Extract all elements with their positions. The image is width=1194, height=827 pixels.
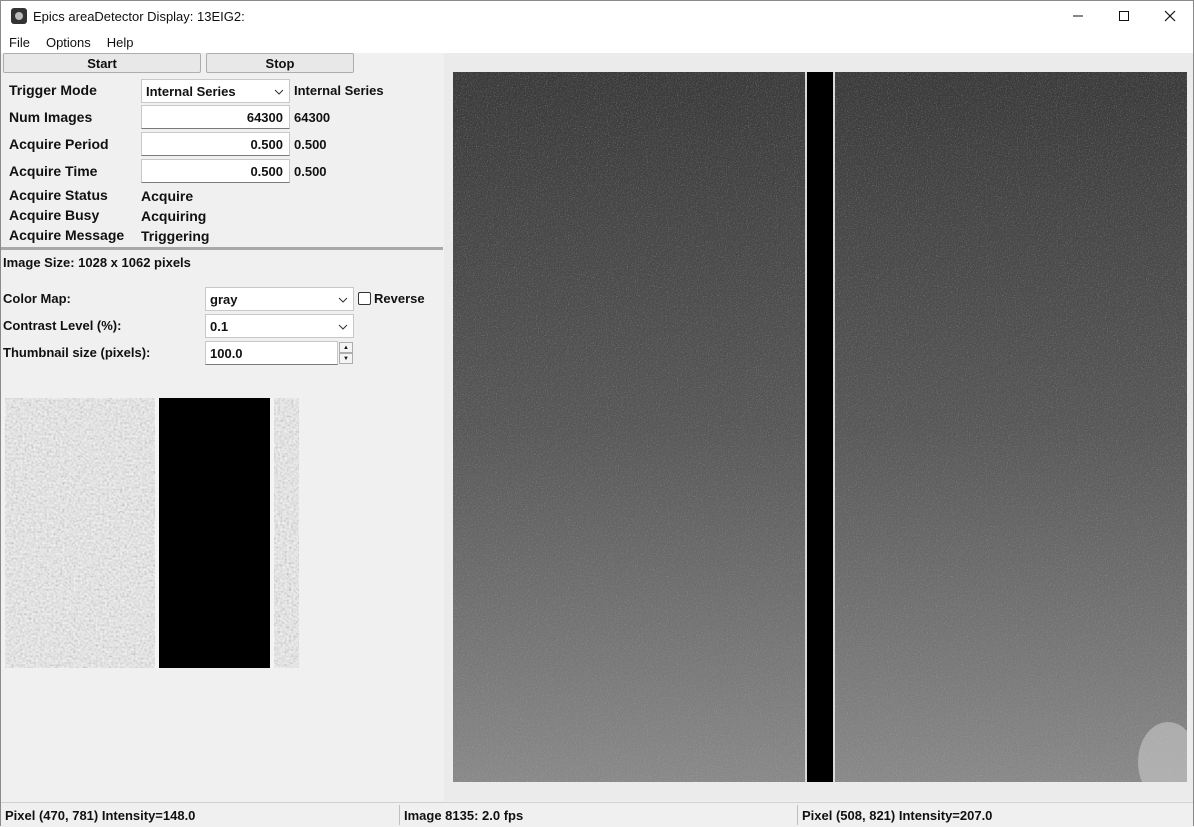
acquire-time-readback: 0.500 — [294, 164, 327, 179]
acquire-time-field[interactable]: 0.500 — [141, 159, 290, 183]
maximize-button[interactable] — [1101, 1, 1147, 31]
acquire-busy-label: Acquire Busy — [9, 207, 100, 223]
window-controls — [1055, 1, 1193, 31]
spin-down-icon[interactable]: ▼ — [339, 353, 353, 364]
reverse-checkbox[interactable] — [358, 292, 371, 305]
title-bar[interactable]: Epics areaDetector Display: 13EIG2: — [1, 1, 1193, 31]
image-size-text: Image Size: 1028 x 1062 pixels — [3, 255, 191, 270]
minimize-button[interactable] — [1055, 1, 1101, 31]
detector-image[interactable] — [453, 72, 1187, 782]
num-images-readback: 64300 — [294, 110, 331, 125]
thumbnail-size-field[interactable]: 100.0 — [205, 341, 338, 365]
contrast-select[interactable]: 0.1 — [205, 314, 354, 338]
acquire-message-value: Triggering — [141, 228, 210, 244]
acquire-period-label: Acquire Period — [9, 136, 109, 152]
acquire-message-label: Acquire Message — [9, 227, 125, 243]
thumbnail-image — [5, 398, 299, 668]
panel-divider[interactable] — [1, 247, 443, 250]
menu-options[interactable]: Options — [38, 35, 99, 50]
reverse-label[interactable]: Reverse — [374, 291, 425, 306]
num-images-label: Num Images — [9, 109, 93, 125]
thumbnail-size-label: Thumbnail size (pixels): — [3, 345, 151, 360]
window-title: Epics areaDetector Display: 13EIG2: — [33, 8, 245, 24]
acquire-time-label: Acquire Time — [9, 163, 98, 179]
contrast-value: 0.1 — [210, 318, 229, 334]
acquire-status-value: Acquire — [141, 188, 194, 204]
menu-bar: File Options Help — [1, 31, 1193, 53]
stop-button[interactable]: Stop — [206, 53, 354, 73]
color-map-select[interactable]: gray — [205, 287, 354, 311]
trigger-mode-label: Trigger Mode — [9, 82, 97, 98]
status-image-fps: Image 8135: 2.0 fps — [404, 807, 524, 823]
camera-icon — [11, 8, 27, 24]
chevron-down-icon — [338, 324, 348, 330]
close-icon — [1164, 10, 1176, 22]
acquire-status-label: Acquire Status — [9, 187, 108, 203]
thumbnail-size-stepper[interactable]: ▲ ▼ — [339, 342, 353, 364]
color-map-label: Color Map: — [3, 291, 71, 306]
status-bar: Pixel (470, 781) Intensity=148.0 Image 8… — [1, 802, 1193, 826]
trigger-mode-readback: Internal Series — [294, 83, 384, 98]
chevron-down-icon — [338, 297, 348, 303]
minimize-icon — [1073, 15, 1083, 17]
chevron-down-icon — [274, 89, 284, 95]
app-window: Epics areaDetector Display: 13EIG2: File… — [0, 0, 1194, 826]
contrast-label: Contrast Level (%): — [3, 318, 122, 333]
acquire-period-readback: 0.500 — [294, 137, 327, 152]
menu-file[interactable]: File — [1, 35, 38, 50]
status-pixel-left: Pixel (470, 781) Intensity=148.0 — [5, 807, 196, 823]
start-button[interactable]: Start — [3, 53, 201, 73]
status-pixel-right: Pixel (508, 821) Intensity=207.0 — [802, 807, 993, 823]
color-map-value: gray — [210, 291, 238, 307]
spin-up-icon[interactable]: ▲ — [339, 342, 353, 353]
maximize-icon — [1119, 11, 1129, 21]
close-button[interactable] — [1147, 1, 1193, 31]
menu-help[interactable]: Help — [99, 35, 142, 50]
trigger-mode-select[interactable]: Internal Series — [141, 79, 290, 103]
acquire-period-field[interactable]: 0.500 — [141, 132, 290, 156]
acquire-busy-value: Acquiring — [141, 208, 207, 224]
num-images-field[interactable]: 64300 — [141, 105, 290, 129]
trigger-mode-value: Internal Series — [146, 83, 236, 99]
